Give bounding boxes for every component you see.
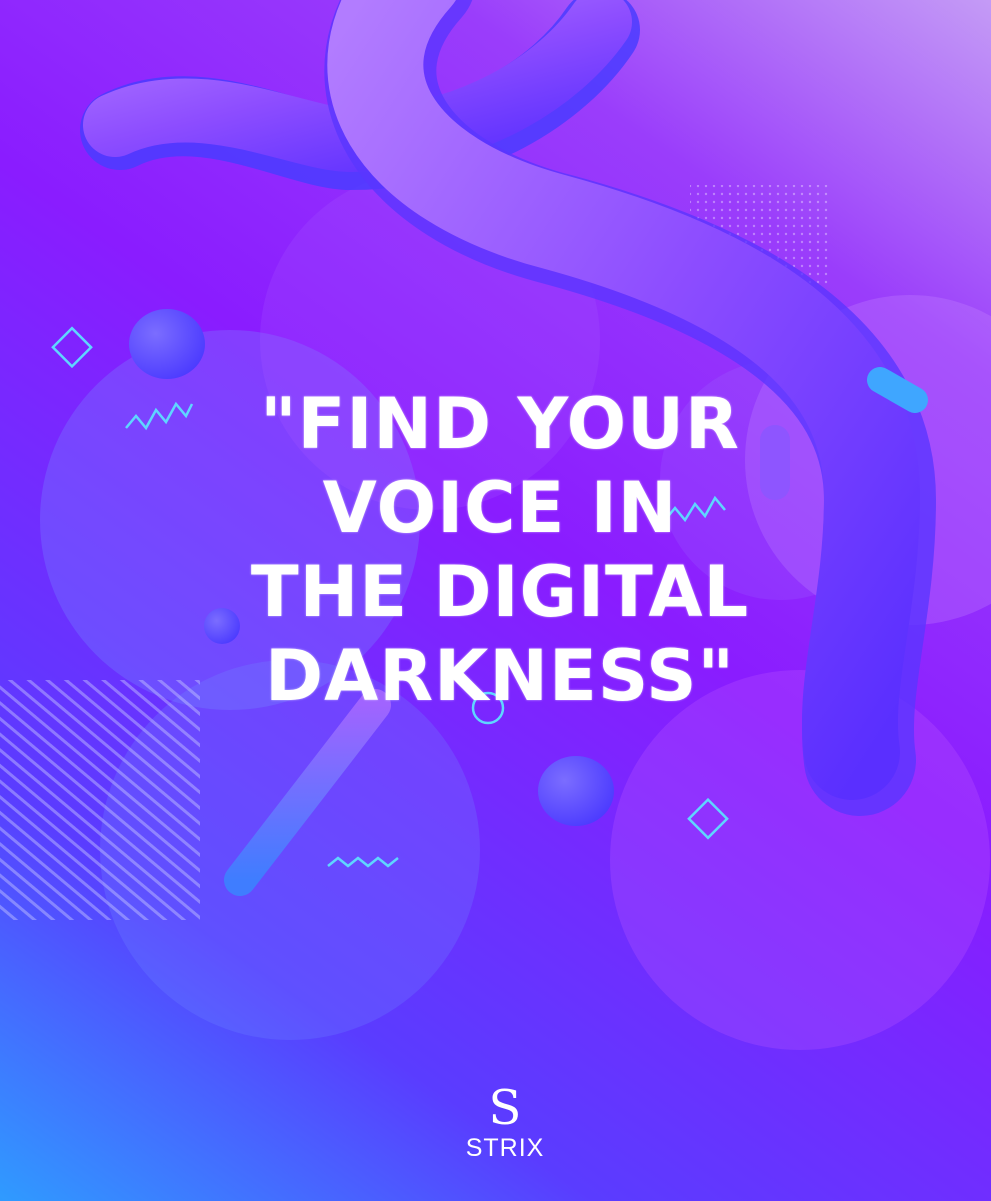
logo-wordmark: STRIX: [465, 1134, 545, 1162]
poster: "FIND YOUR VOICE IN THE DIGITAL DARKNESS…: [0, 0, 991, 1201]
quote-text: "FIND YOUR VOICE IN THE DIGITAL DARKNESS…: [160, 382, 840, 718]
quote-line: THE DIGITAL: [250, 551, 750, 633]
diamond-icon: [51, 326, 93, 369]
quote-line: DARKNESS": [265, 635, 735, 717]
brand-logo: S STRIX: [455, 1082, 555, 1162]
quote-line: "FIND YOUR: [260, 383, 740, 465]
logo-mark-icon: S: [488, 1080, 522, 1136]
ball-shape: [129, 309, 205, 379]
ball-shape: [538, 756, 614, 826]
quote-line: VOICE IN: [322, 467, 678, 549]
